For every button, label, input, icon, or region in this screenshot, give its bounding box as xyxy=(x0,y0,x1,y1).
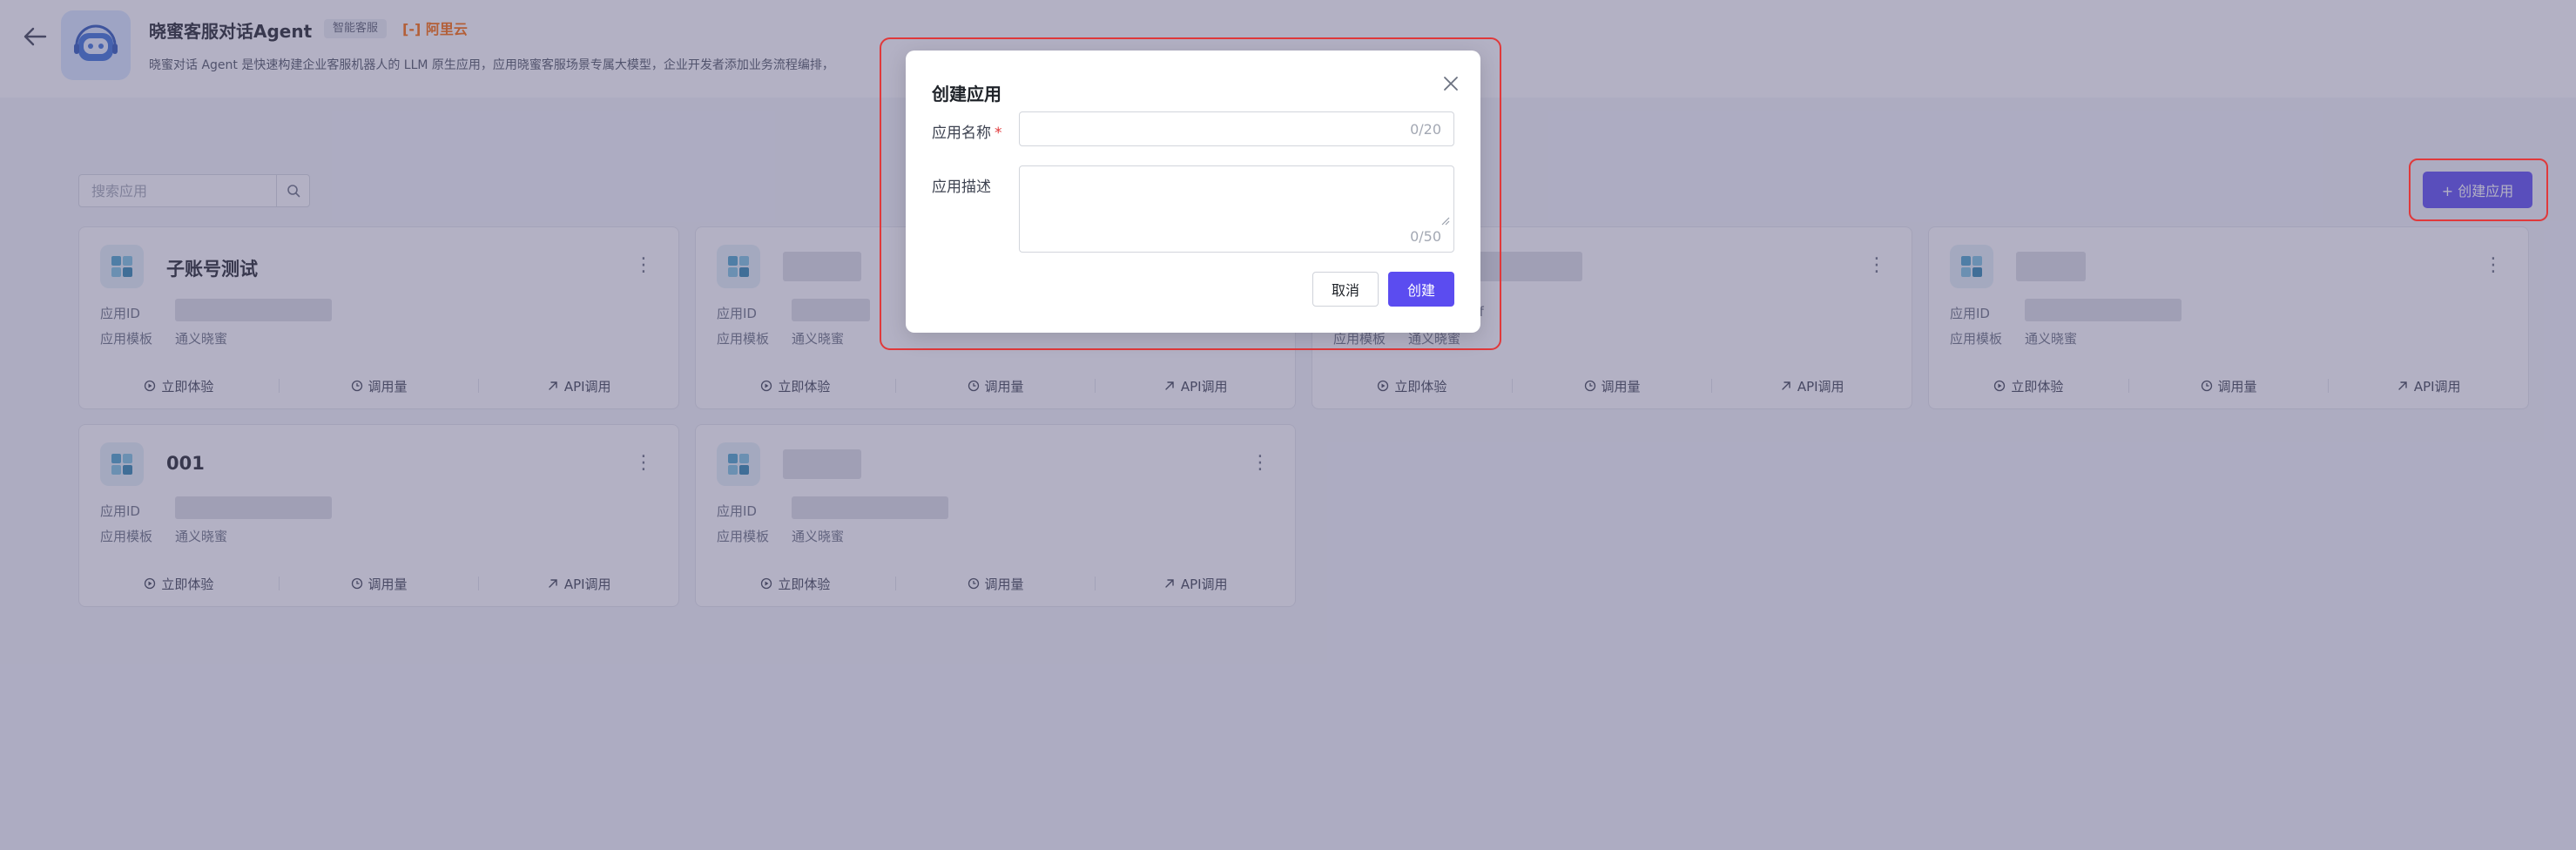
dialog-title: 创建应用 xyxy=(932,84,1001,105)
app-name-input[interactable] xyxy=(1020,112,1386,145)
app-desc-label: 应用描述 xyxy=(932,179,991,196)
app-name-counter: 0/20 xyxy=(1410,121,1441,138)
app-desc-counter: 0/50 xyxy=(1410,228,1441,245)
app-name-label-text: 应用名称 xyxy=(932,125,991,142)
create-app-dialog: 创建应用 应用名称 * 0/20 应用描述 0/50 取消 创建 xyxy=(906,51,1480,333)
create-button-highlight xyxy=(2409,159,2548,221)
resize-handle-icon[interactable] xyxy=(1440,215,1450,226)
cancel-button[interactable]: 取消 xyxy=(1312,272,1379,307)
app-name-label: 应用名称 * xyxy=(932,120,1002,142)
app-desc-field: 0/50 xyxy=(1019,165,1454,253)
required-mark: * xyxy=(995,125,1002,142)
app-desc-textarea[interactable] xyxy=(1020,166,1438,222)
app-name-field: 0/20 xyxy=(1019,111,1454,146)
confirm-create-button[interactable]: 创建 xyxy=(1388,272,1454,307)
close-icon[interactable] xyxy=(1439,71,1463,96)
